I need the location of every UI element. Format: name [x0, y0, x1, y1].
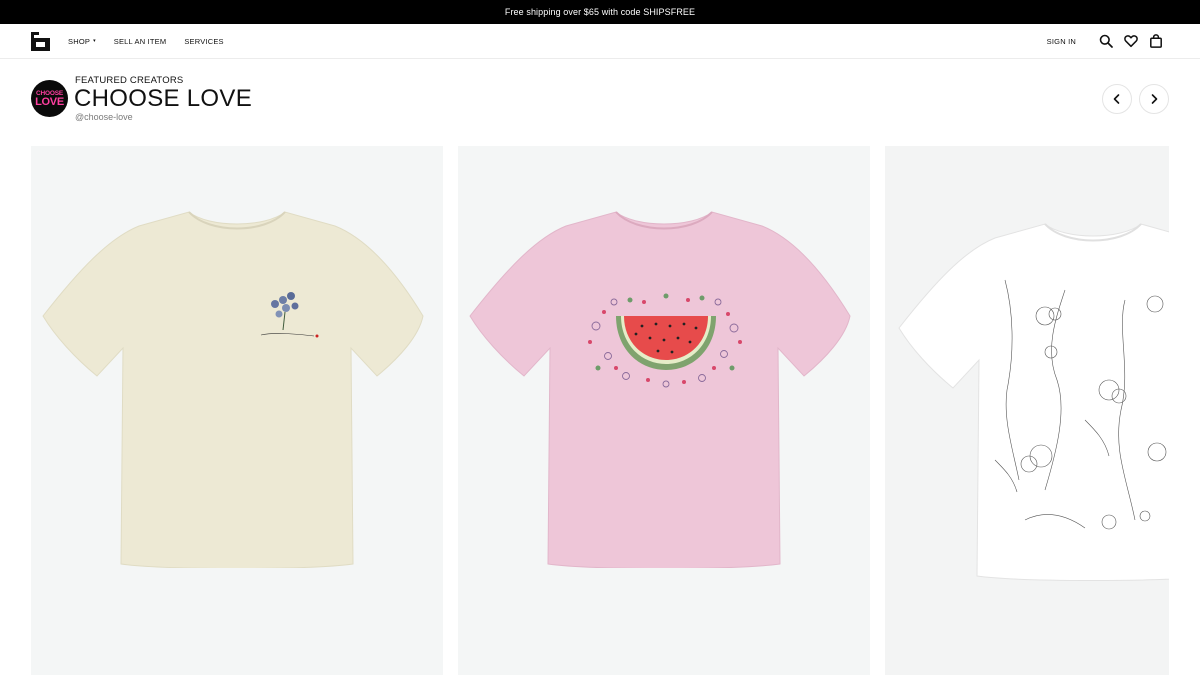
- search-icon[interactable]: [1099, 34, 1113, 48]
- product-card[interactable]: [31, 146, 443, 675]
- main-menu: SHOP ▾ SELL AN ITEM SERVICES: [68, 24, 242, 58]
- product-card[interactable]: [885, 146, 1169, 675]
- bag-icon[interactable]: [1149, 34, 1163, 48]
- carousel-next-button[interactable]: [1139, 84, 1169, 114]
- product-image: [469, 211, 851, 568]
- creator-handle: @choose-love: [75, 112, 133, 122]
- nav-shop-label: SHOP: [68, 36, 91, 46]
- promo-text: Free shipping over $65 with code SHIPSFR…: [504, 7, 696, 17]
- carousel-prev-button[interactable]: [1102, 84, 1132, 114]
- avatar-text-bottom: LOVE: [35, 95, 64, 108]
- promo-banner: Free shipping over $65 with code SHIPSFR…: [0, 0, 1200, 24]
- top-navigation: SHOP ▾ SELL AN ITEM SERVICES SIGN IN: [0, 24, 1200, 59]
- sign-in-link[interactable]: SIGN IN: [1047, 37, 1076, 46]
- product-card[interactable]: [458, 146, 870, 675]
- nav-shop[interactable]: SHOP ▾: [68, 37, 96, 46]
- nav-sell-label: SELL AN ITEM: [113, 36, 167, 46]
- creator-header: CHOOSE LOVE FEATURED CREATORS CHOOSE LOV…: [31, 75, 1169, 124]
- account-actions: SIGN IN: [1047, 24, 1163, 58]
- logo-icon[interactable]: [31, 32, 50, 51]
- heart-icon[interactable]: [1124, 34, 1138, 48]
- nav-services-label: SERVICES: [184, 36, 224, 46]
- creator-name[interactable]: CHOOSE LOVE: [74, 86, 252, 112]
- avatar[interactable]: CHOOSE LOVE: [31, 80, 68, 117]
- chevron-left-icon: [1113, 94, 1120, 104]
- nav-sell-an-item[interactable]: SELL AN ITEM: [114, 37, 167, 46]
- chevron-right-icon: [1151, 94, 1158, 104]
- nav-services[interactable]: SERVICES: [184, 37, 223, 46]
- product-image: [42, 211, 424, 568]
- product-image: [898, 223, 1169, 581]
- chevron-down-icon: ▾: [93, 38, 96, 44]
